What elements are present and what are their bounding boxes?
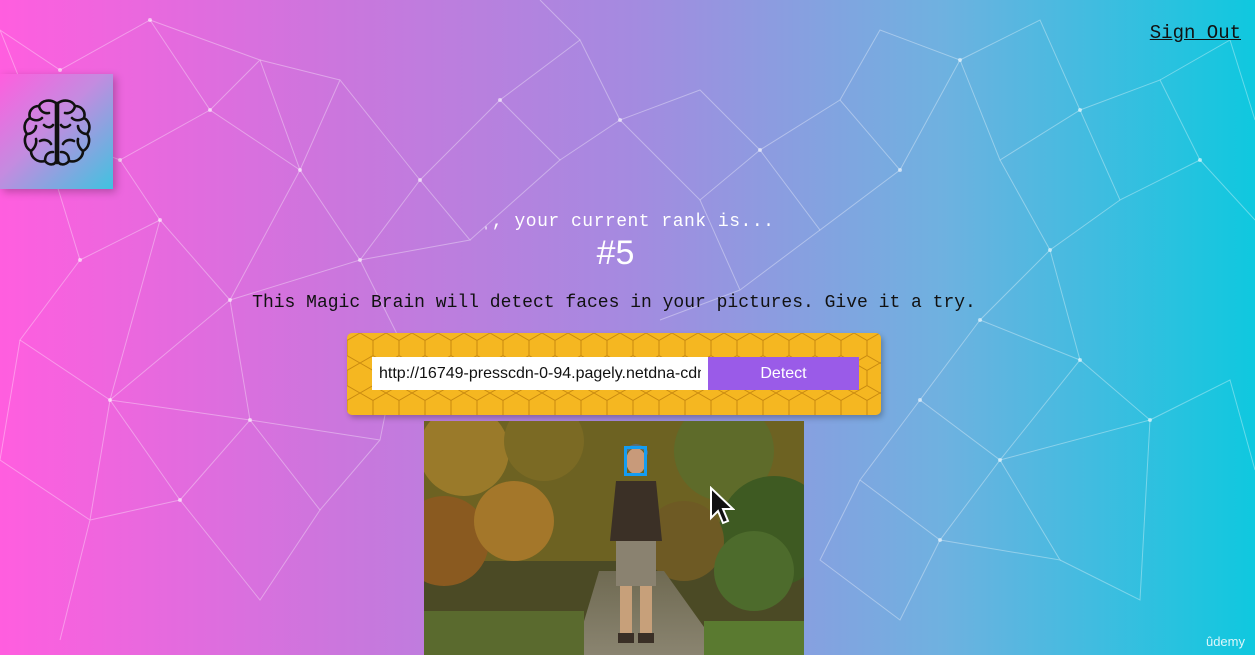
brain-icon [22, 98, 91, 166]
image-url-input[interactable] [372, 357, 708, 390]
sign-out-link[interactable]: Sign Out [1150, 22, 1241, 44]
mouse-cursor-icon [710, 486, 735, 525]
rank-heading: ˌ, your current rank is... [0, 212, 1255, 232]
detect-button[interactable]: Detect [708, 357, 859, 390]
rank-heading-text: , your current rank is... [491, 212, 775, 232]
uploaded-photo [424, 421, 804, 655]
rank-username-fragment: ˌ [480, 212, 492, 232]
photo-image [424, 421, 804, 655]
tagline: This Magic Brain will detect faces in yo… [252, 293, 976, 313]
face-bounding-box [624, 446, 647, 476]
udemy-watermark: ûdemy [1205, 634, 1245, 649]
rank-value: #5 [596, 234, 635, 272]
image-link-form: Detect [347, 333, 881, 415]
app-logo[interactable] [0, 74, 113, 189]
